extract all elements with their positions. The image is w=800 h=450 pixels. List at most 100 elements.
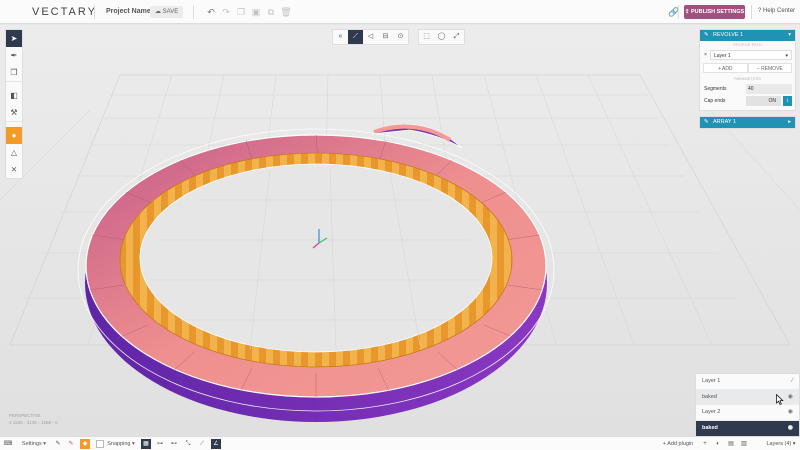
trash-icon[interactable]: 🗑 xyxy=(280,6,292,18)
save-label: SAVE xyxy=(162,9,179,15)
cap-ends-toggle[interactable]: ON xyxy=(746,96,781,106)
pencil-icon[interactable]: ✎ xyxy=(704,30,713,41)
publish-settings-button[interactable]: ⇪ PUBLISH SETTINGS xyxy=(684,5,745,19)
ruler-icon[interactable]: ⟋ xyxy=(197,439,207,449)
snapping-dropdown[interactable]: Snapping ▾ xyxy=(106,439,136,449)
material-icon[interactable]: ◧ xyxy=(6,87,22,104)
lasso-select-icon[interactable]: ◯ xyxy=(434,30,449,44)
eye-icon[interactable]: ◉ xyxy=(788,421,793,437)
layer-row[interactable]: Layer 2 ◉ xyxy=(696,405,799,421)
undo-icon[interactable]: ↶ xyxy=(205,6,217,18)
layer-row[interactable]: Layer 1 ⁄ xyxy=(696,374,799,390)
cap-ends-row: Cap ends ON i xyxy=(700,95,795,107)
pencil-icon[interactable]: ✎ xyxy=(53,439,63,449)
add-layer-icon[interactable]: + xyxy=(700,439,710,449)
paste-icon[interactable]: ▣ xyxy=(250,6,262,18)
edge-mode-icon[interactable]: ⟋ xyxy=(348,30,363,44)
left-toolbar: ➤ ✒ ❒ ◧ ⚒ ● △ ⨯ xyxy=(5,29,23,179)
help-label: Help Center xyxy=(763,8,796,14)
parameters-caption: PARAMETERS xyxy=(733,76,762,81)
cap-ends-label: Cap ends xyxy=(704,98,726,104)
add-path-button[interactable]: + ADD xyxy=(703,63,748,73)
help-center-link[interactable]: ? Help Center xyxy=(758,8,795,14)
settings-dropdown[interactable]: Settings ▾ xyxy=(18,439,50,449)
divider xyxy=(751,5,752,19)
angle-snap-icon[interactable]: ∠ xyxy=(211,439,221,449)
ring-model[interactable] xyxy=(77,124,555,422)
revolve-title: REVOLVE 1 xyxy=(713,32,744,38)
layer-name: baked xyxy=(702,424,718,431)
revolve-panel-header[interactable]: ✎ REVOLVE 1 ▾ xyxy=(700,30,795,41)
settings-label: Settings xyxy=(21,441,42,447)
trash-icon[interactable]: ▥ xyxy=(739,439,749,449)
grid-snap-icon[interactable]: ▦ xyxy=(141,439,151,449)
select-tool-icon[interactable]: ➤ xyxy=(6,30,22,47)
segments-input[interactable]: 40 xyxy=(746,84,792,94)
copy-icon[interactable]: ❐ xyxy=(235,6,247,18)
toggle-info-icon[interactable]: i xyxy=(783,96,792,106)
object-mode-icon[interactable]: ⊙ xyxy=(393,30,408,44)
triangle-icon[interactable]: △ xyxy=(6,144,22,161)
add-plugin-label: Add plugin xyxy=(667,441,694,447)
collapse-icon[interactable]: « xyxy=(333,30,348,44)
paint-select-icon[interactable]: ⤢ xyxy=(449,30,464,44)
magic-wand-icon[interactable]: ⁄ xyxy=(792,374,793,390)
chevron-down-icon[interactable]: ▾ xyxy=(788,30,791,41)
revolve-panel: ✎ REVOLVE 1 ▾ PROFILE PATH × Layer 1 ▾ + A… xyxy=(699,29,796,111)
layers-dropdown[interactable]: Layers (4) ▾ xyxy=(765,439,797,449)
divider xyxy=(94,5,95,19)
mouse-cursor-icon xyxy=(776,394,784,405)
face-mode-icon[interactable]: ⊟ xyxy=(378,30,393,44)
profile-path-value: Layer 1 xyxy=(714,53,731,59)
profile-path-caption: PROFILE PATH xyxy=(733,42,762,47)
scene-stats: 4 1536 ◦ 3136 ◦ 1568 ◦ 0 xyxy=(9,420,58,425)
publish-label: PUBLISH SETTINGS xyxy=(690,9,745,15)
add-label: ADD xyxy=(721,66,733,72)
deform-icon[interactable]: ⨯ xyxy=(6,161,22,178)
remove-path-icon[interactable]: × xyxy=(704,52,707,58)
edge-snap-icon[interactable]: ⊶ xyxy=(155,439,165,449)
profile-path-select[interactable]: Layer 1 ▾ xyxy=(710,50,792,60)
paint-icon[interactable]: ✎ xyxy=(66,439,76,449)
box-select-icon[interactable]: ⬚ xyxy=(419,30,434,44)
folder-icon[interactable]: ▤ xyxy=(726,439,736,449)
remove-path-button[interactable]: − REMOVE xyxy=(747,63,792,73)
perspective-label[interactable]: PERSPECTIVE xyxy=(9,412,58,419)
eye-icon[interactable]: ◉ xyxy=(788,405,793,421)
save-button[interactable]: ☁ SAVE xyxy=(150,6,184,18)
chevron-right-icon[interactable]: ▸ xyxy=(788,117,791,128)
array-title: ARRAY 1 xyxy=(713,119,737,125)
measure-icon[interactable]: ⤡ xyxy=(183,439,193,449)
redo-icon[interactable]: ↷ xyxy=(220,6,232,18)
group-icon[interactable]: ◐ xyxy=(713,439,723,449)
mode-group: « ⟋ ◁ ⊟ ⊙ xyxy=(332,29,409,45)
pencil-icon[interactable]: ✎ xyxy=(704,117,713,128)
vectary-logo[interactable]: VECTARY xyxy=(32,6,97,18)
light-icon[interactable]: ● xyxy=(6,127,22,144)
pen-tool-icon[interactable]: ✒ xyxy=(6,47,22,64)
snapping-label: Snapping xyxy=(107,441,131,447)
layer-row-selected[interactable]: baked ◉ xyxy=(696,420,799,437)
primitives-icon[interactable]: ❒ xyxy=(6,64,22,81)
eye-icon[interactable]: ◉ xyxy=(788,390,793,406)
array-panel-header[interactable]: ✎ ARRAY 1 ▸ xyxy=(700,117,795,128)
top-bar: VECTARY Project Name ☁ SAVE ↶ ↷ ❐ ▣ ⧉ 🗑 … xyxy=(0,0,800,24)
vertex-snap-icon[interactable]: ⊷ xyxy=(169,439,179,449)
perspective-info: PERSPECTIVE 4 1536 ◦ 3136 ◦ 1568 ◦ 0 xyxy=(9,412,58,426)
segments-label: Segments xyxy=(704,86,727,92)
snapping-checkbox[interactable] xyxy=(96,440,104,448)
duplicate-icon[interactable]: ⧉ xyxy=(265,6,277,18)
layer-name: Layer 1 xyxy=(702,378,721,384)
keyboard-icon[interactable]: ⌨ xyxy=(3,439,13,449)
chevron-down-icon: ▾ xyxy=(785,53,788,59)
material-icon[interactable]: ◆ xyxy=(80,439,90,449)
segments-row: Segments 40 xyxy=(700,83,795,95)
divider xyxy=(193,5,194,19)
viewport-canvas[interactable] xyxy=(0,25,800,436)
cloud-icon: ☁ xyxy=(155,9,163,15)
hammer-icon[interactable]: ⚒ xyxy=(6,104,22,121)
vertex-mode-icon[interactable]: ◁ xyxy=(363,30,378,44)
project-name[interactable]: Project Name xyxy=(106,8,151,15)
layer-name: baked xyxy=(702,393,717,400)
add-plugin-button[interactable]: + Add plugin xyxy=(661,439,695,449)
